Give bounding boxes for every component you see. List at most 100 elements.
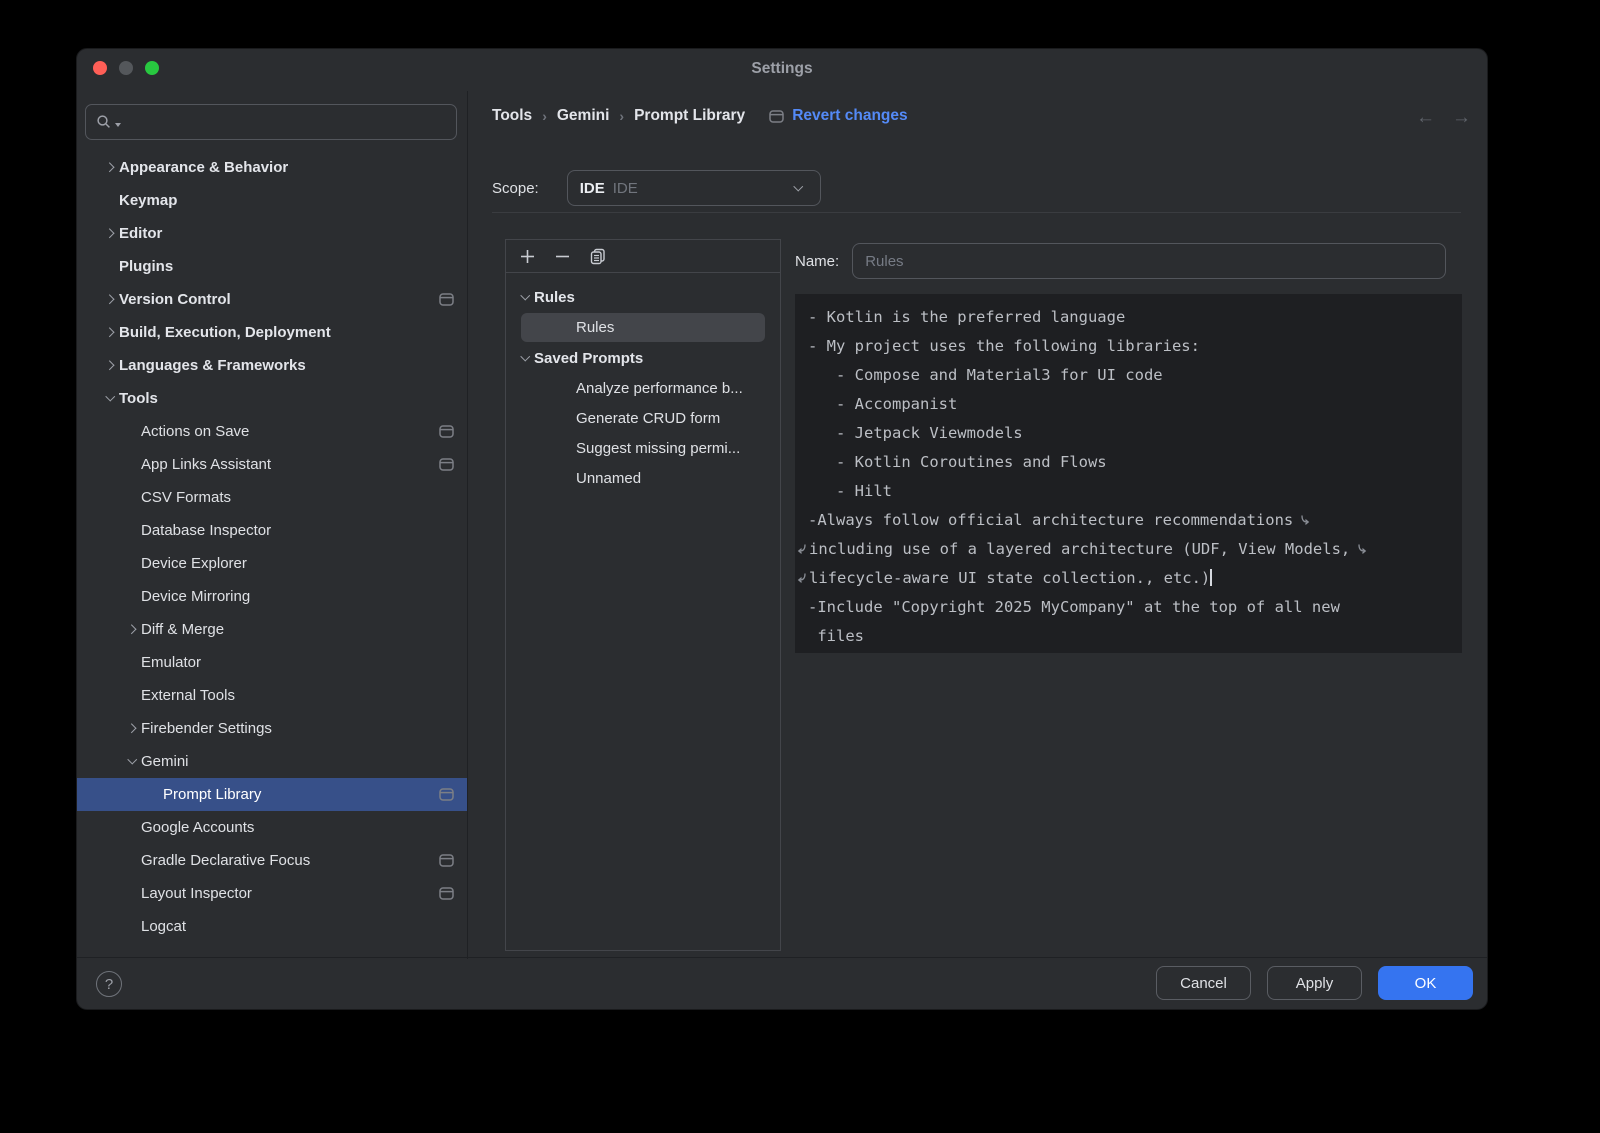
- dialog-buttons: Cancel Apply OK: [1156, 966, 1473, 1000]
- chevron-icon: [101, 329, 119, 336]
- settings-search-field[interactable]: [85, 104, 457, 140]
- chevron-icon: [123, 760, 141, 763]
- sidebar-item-gradle-declarative-focus[interactable]: Gradle Declarative Focus: [77, 844, 467, 877]
- prompt-item-label: Suggest missing permi...: [576, 440, 740, 457]
- settings-sidebar: Appearance & Behavior Keymap Editor: [77, 91, 468, 959]
- sidebar-item-logcat[interactable]: Logcat: [77, 910, 467, 943]
- sidebar-item-csv-formats[interactable]: CSV Formats: [77, 481, 467, 514]
- sidebar-item-label: Build, Execution, Deployment: [119, 324, 331, 341]
- text-cursor: [1210, 569, 1212, 586]
- chevron-down-icon: [516, 296, 534, 299]
- help-button[interactable]: ?: [96, 971, 122, 997]
- sidebar-item-diff-merge[interactable]: Diff & Merge: [77, 613, 467, 646]
- revert-changes-link[interactable]: Revert changes: [792, 107, 907, 125]
- plus-icon: [520, 249, 535, 264]
- modified-indicator-icon: [439, 854, 454, 867]
- sidebar-item-device-mirroring[interactable]: Device Mirroring: [77, 580, 467, 613]
- modified-indicator-icon: [439, 887, 454, 900]
- settings-window: Settings Appearance & Behavior Keymap: [76, 48, 1488, 1010]
- breadcrumb-separator: ›: [542, 108, 547, 124]
- ok-button[interactable]: OK: [1378, 966, 1473, 1000]
- sidebar-item-external-tools[interactable]: External Tools: [77, 679, 467, 712]
- sidebar-item-label: Gradle Declarative Focus: [141, 852, 310, 869]
- sidebar-item-label: Plugins: [119, 258, 173, 275]
- sidebar-item-editor[interactable]: Editor: [77, 217, 467, 250]
- prompt-item-label: Unnamed: [576, 470, 641, 487]
- revert-changes-group: Revert changes: [769, 107, 907, 125]
- editor-line-text: - Compose and Material3 for UI code: [808, 366, 1163, 384]
- editor-line: including use of a layered architecture …: [808, 535, 1452, 564]
- editor-line: -Always follow official architecture rec…: [808, 506, 1452, 535]
- modified-indicator-icon: [769, 110, 784, 123]
- prompt-group-label: Saved Prompts: [534, 350, 643, 367]
- prompt-item-rules[interactable]: Rules: [521, 313, 765, 342]
- settings-tree: Appearance & Behavior Keymap Editor: [77, 151, 467, 959]
- chevron-icon: [123, 725, 141, 732]
- sidebar-item-languages-frameworks[interactable]: Languages & Frameworks: [77, 349, 467, 382]
- modified-indicator-icon: [439, 293, 454, 306]
- sidebar-item-actions-on-save[interactable]: Actions on Save: [77, 415, 467, 448]
- breadcrumb-item-gemini[interactable]: Gemini: [557, 107, 610, 125]
- editor-line: - Hilt: [808, 477, 1452, 506]
- cancel-button[interactable]: Cancel: [1156, 966, 1251, 1000]
- search-history-caret-icon[interactable]: [115, 123, 121, 127]
- sidebar-item-build-execution-deployment[interactable]: Build, Execution, Deployment: [77, 316, 467, 349]
- sidebar-item-firebender-settings[interactable]: Firebender Settings: [77, 712, 467, 745]
- sidebar-item-label: Languages & Frameworks: [119, 357, 306, 374]
- sidebar-item-label: Gemini: [141, 753, 189, 770]
- breadcrumb-item-prompt-library[interactable]: Prompt Library: [634, 107, 745, 125]
- prompt-item-generate-crud-form[interactable]: Generate CRUD form: [521, 404, 765, 433]
- sidebar-item-label: App Links Assistant: [141, 456, 271, 473]
- sidebar-item-label: CSV Formats: [141, 489, 231, 506]
- sidebar-item-keymap[interactable]: Keymap: [77, 184, 467, 217]
- prompt-text-editor[interactable]: - Kotlin is the preferred language- My p…: [795, 294, 1462, 653]
- window-title: Settings: [77, 60, 1487, 78]
- sidebar-item-plugins[interactable]: Plugins: [77, 250, 467, 283]
- prompt-name-input[interactable]: [852, 243, 1446, 279]
- modified-indicator-icon: [439, 458, 454, 471]
- scope-selected-value: IDE: [613, 180, 638, 197]
- breadcrumb: Tools › Gemini › Prompt Library Revert c…: [492, 107, 908, 125]
- prompt-item-unnamed[interactable]: Unnamed: [521, 464, 765, 493]
- sidebar-item-app-links-assistant[interactable]: App Links Assistant: [77, 448, 467, 481]
- sidebar-item-appearance-behavior[interactable]: Appearance & Behavior: [77, 151, 467, 184]
- forward-arrow-icon[interactable]: →: [1452, 107, 1471, 129]
- prompt-item-label: Rules: [576, 319, 614, 336]
- sidebar-item-device-explorer[interactable]: Device Explorer: [77, 547, 467, 580]
- sidebar-item-layout-inspector[interactable]: Layout Inspector: [77, 877, 467, 910]
- back-arrow-icon[interactable]: ←: [1416, 107, 1435, 129]
- sidebar-item-label: Actions on Save: [141, 423, 249, 440]
- editor-line-text: - Accompanist: [808, 395, 957, 413]
- duplicate-prompt-button[interactable]: [585, 244, 609, 268]
- sidebar-item-database-inspector[interactable]: Database Inspector: [77, 514, 467, 547]
- scope-row: Scope: IDE IDE: [492, 170, 821, 206]
- sidebar-item-gemini[interactable]: Gemini: [77, 745, 467, 778]
- add-prompt-button[interactable]: [515, 244, 539, 268]
- name-row: Name:: [795, 243, 1446, 279]
- prompt-group-rules[interactable]: Rules: [506, 282, 780, 313]
- sidebar-item-prompt-library[interactable]: Prompt Library: [77, 778, 467, 811]
- sidebar-item-label: Database Inspector: [141, 522, 271, 539]
- sidebar-item-version-control[interactable]: Version Control: [77, 283, 467, 316]
- chevron-down-icon: [516, 357, 534, 360]
- sidebar-item-label: Emulator: [141, 654, 201, 671]
- prompt-group-saved-prompts[interactable]: Saved Prompts: [506, 343, 780, 374]
- prompt-group-label: Rules: [534, 289, 575, 306]
- search-input[interactable]: [124, 114, 456, 130]
- editor-line: - Kotlin Coroutines and Flows: [808, 448, 1452, 477]
- apply-button[interactable]: Apply: [1267, 966, 1362, 1000]
- sidebar-item-google-accounts[interactable]: Google Accounts: [77, 811, 467, 844]
- editor-line: - Kotlin is the preferred language: [808, 303, 1452, 332]
- remove-prompt-button[interactable]: [550, 244, 574, 268]
- scope-dropdown[interactable]: IDE IDE: [567, 170, 821, 206]
- sidebar-item-emulator[interactable]: Emulator: [77, 646, 467, 679]
- prompt-item-suggest-missing-permi[interactable]: Suggest missing permi...: [521, 434, 765, 463]
- prompt-library-tree-panel: Rules Rules Saved Prompts Analyze perfor…: [505, 239, 781, 951]
- sidebar-item-tools[interactable]: Tools: [77, 382, 467, 415]
- question-mark-icon: ?: [105, 976, 113, 993]
- name-label: Name:: [795, 253, 839, 270]
- breadcrumb-item-tools[interactable]: Tools: [492, 107, 532, 125]
- copy-icon: [589, 248, 606, 265]
- editor-line: - Compose and Material3 for UI code: [808, 361, 1452, 390]
- prompt-item-analyze-performance-b[interactable]: Analyze performance b...: [521, 374, 765, 403]
